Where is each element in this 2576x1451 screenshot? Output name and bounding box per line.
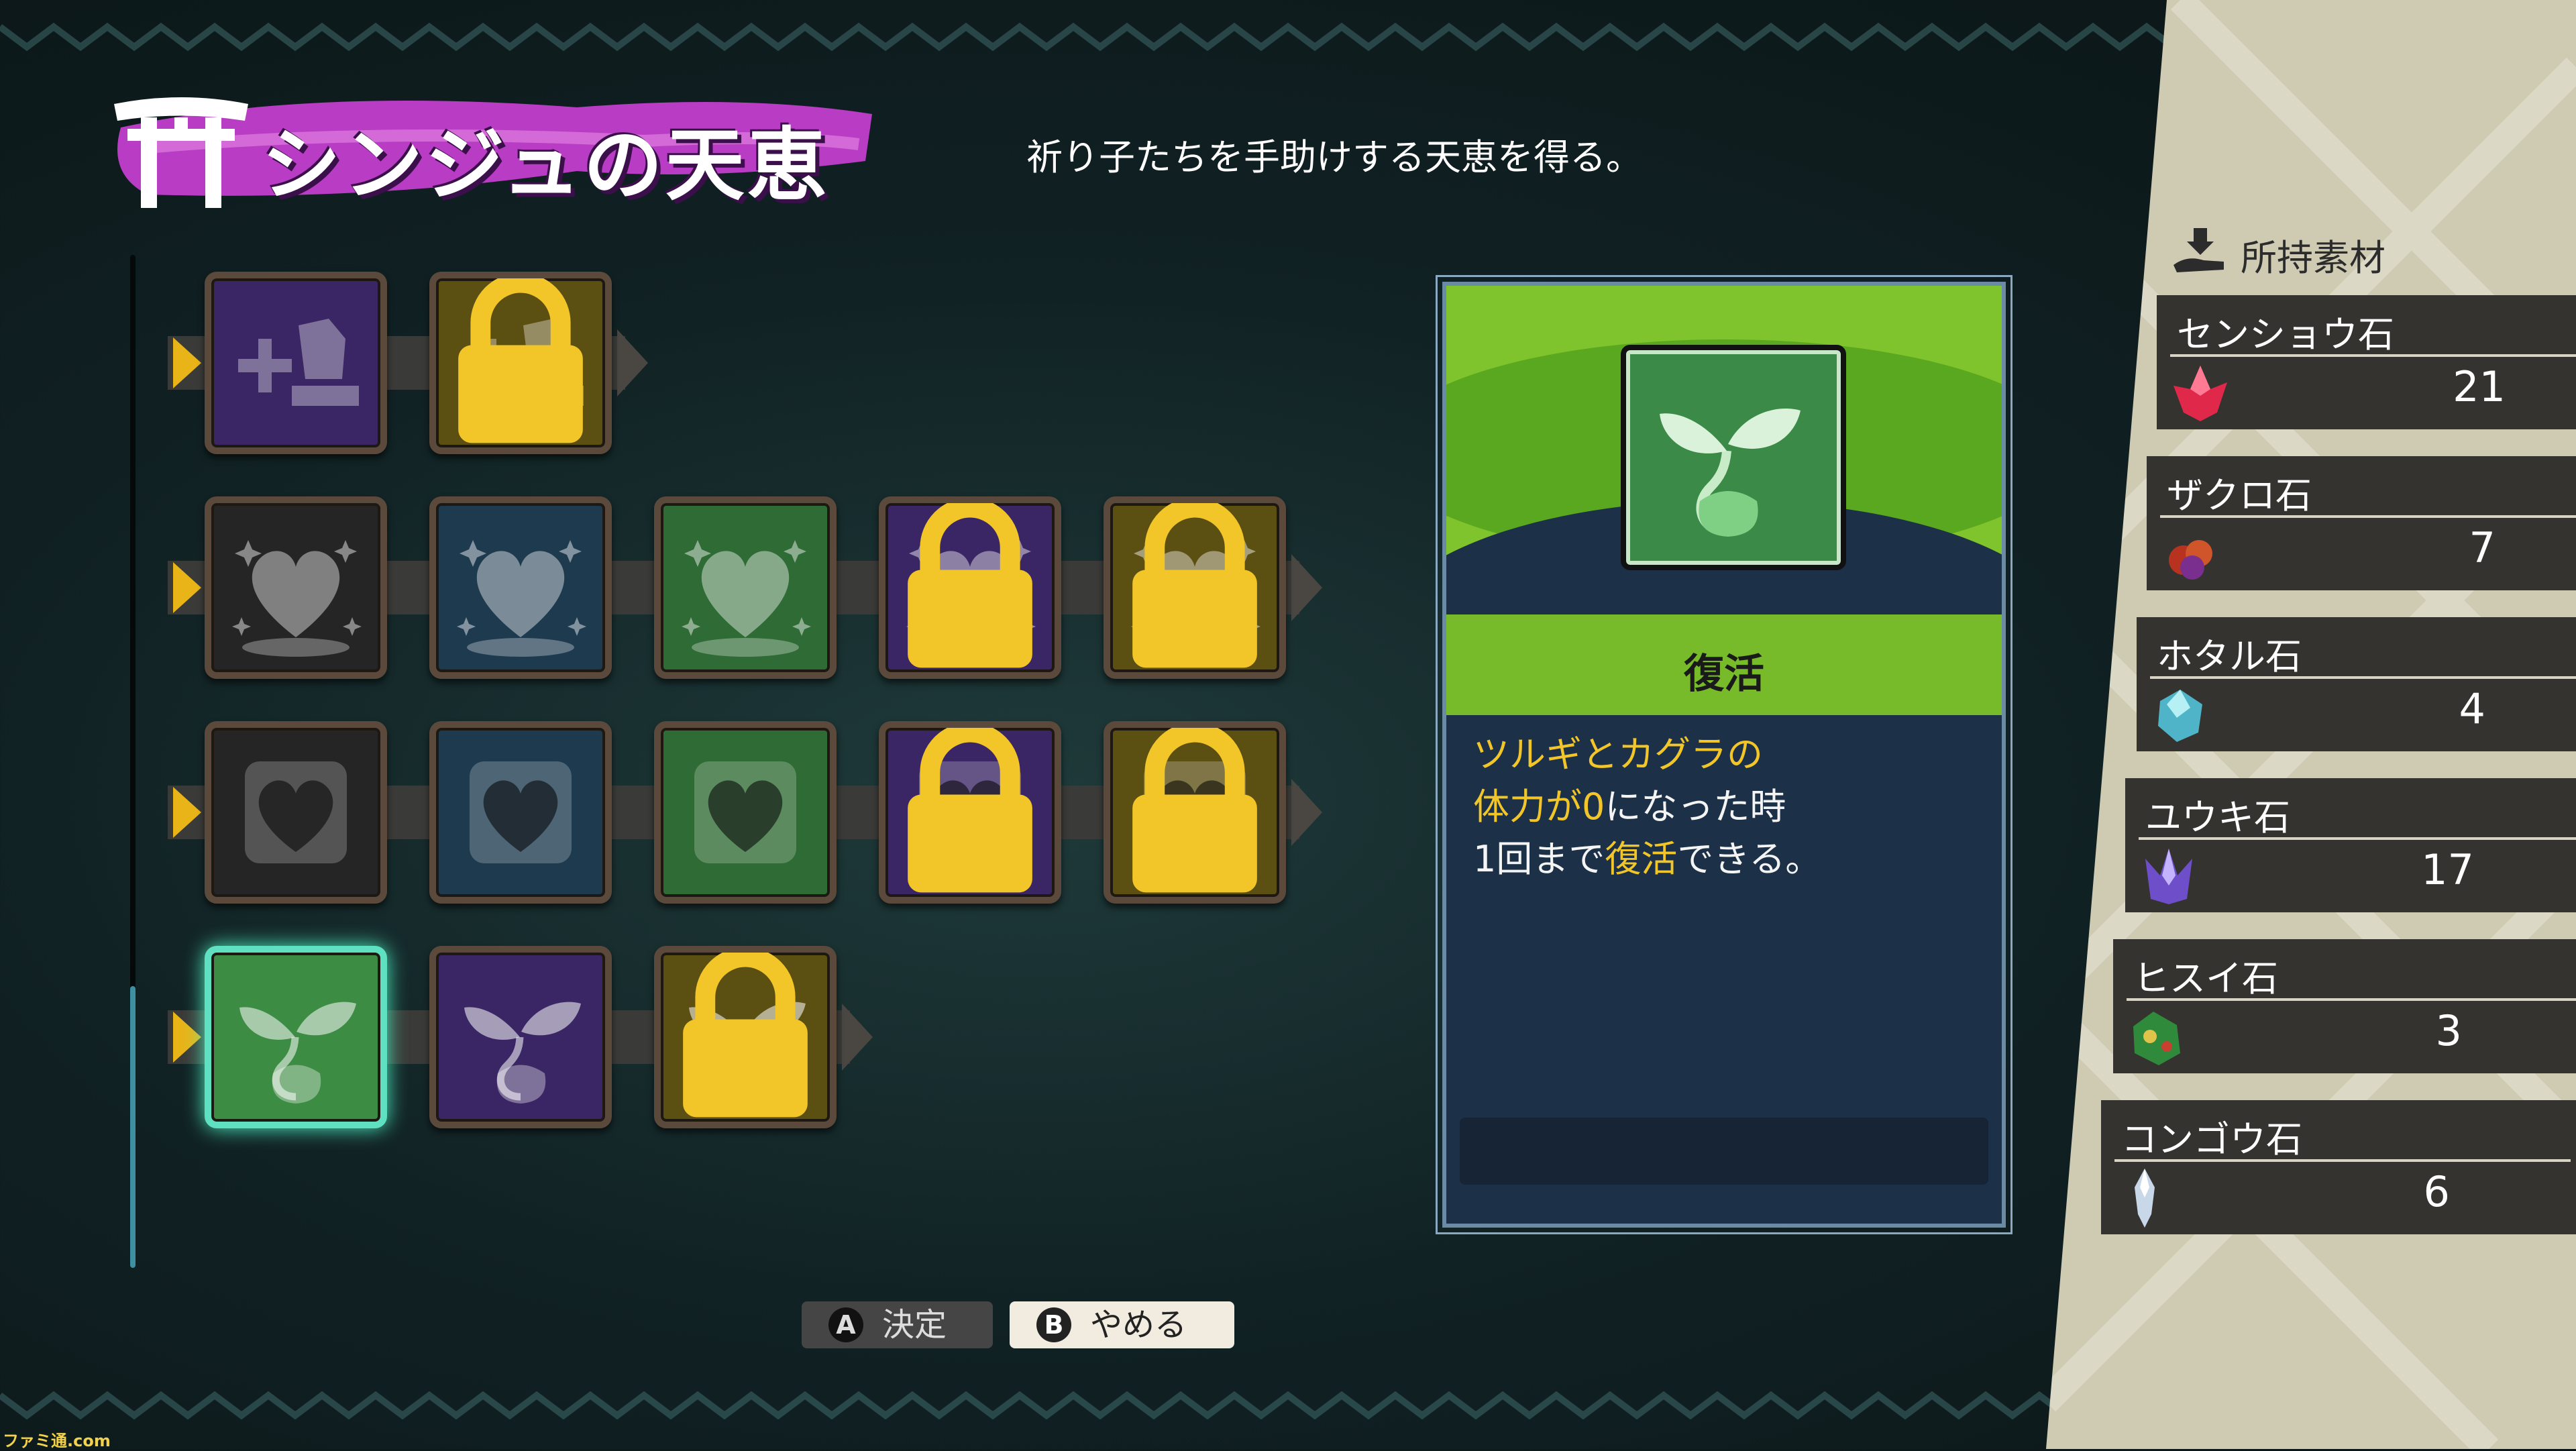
row-start-arrow-icon bbox=[173, 337, 201, 388]
garnet-icon bbox=[2169, 540, 2212, 580]
lock-icon bbox=[683, 953, 808, 1118]
lock-icon bbox=[458, 278, 583, 443]
material-name: ユウキ石 bbox=[2145, 796, 2290, 839]
skill-tile-sprout[interactable] bbox=[205, 946, 387, 1128]
row-start-arrow-icon bbox=[173, 787, 201, 838]
jade-icon bbox=[2133, 1012, 2180, 1065]
desc-line-3-prefix: 1回まで bbox=[1473, 838, 1605, 880]
desc-line-2-highlight: 体力が0 bbox=[1473, 786, 1605, 828]
material-name: ホタル石 bbox=[2157, 635, 2302, 678]
hand-offering-icon bbox=[2174, 228, 2224, 272]
material-name: ザクロ石 bbox=[2167, 474, 2312, 517]
framed-heart-icon bbox=[694, 761, 796, 863]
detail-description: ツルギとカグラの 体力が0になった時 1回まで復活できる。 bbox=[1473, 729, 1821, 885]
title-banner: シンジュの天恵 bbox=[107, 74, 879, 211]
sparkle-heart-icon bbox=[457, 540, 586, 657]
framed-heart-icon bbox=[245, 761, 347, 863]
lock-icon bbox=[908, 503, 1032, 668]
skill-tile-sprout[interactable] bbox=[654, 946, 837, 1128]
page-title: シンジュの天恵 bbox=[262, 119, 829, 211]
material-row: コンゴウ石 6 bbox=[2101, 1100, 2576, 1234]
top-zigzag-border bbox=[0, 22, 2202, 52]
detail-footer-slot bbox=[1460, 1118, 1988, 1185]
framed-heart-icon bbox=[470, 761, 572, 863]
row-start-arrow-icon bbox=[173, 562, 201, 613]
material-divider bbox=[2170, 354, 2576, 357]
skill-tile-framed-heart[interactable] bbox=[879, 721, 1061, 904]
material-name: コンゴウ石 bbox=[2121, 1118, 2302, 1161]
desc-line-3-highlight: 復活 bbox=[1605, 838, 1678, 880]
confirm-label: 決定 bbox=[882, 1306, 947, 1344]
detail-sprout-icon bbox=[1621, 345, 1846, 570]
sparkle-heart-icon bbox=[682, 540, 811, 657]
desc-line-3-suffix: できる。 bbox=[1677, 838, 1822, 880]
material-divider bbox=[2150, 676, 2576, 679]
material-name: センショウ石 bbox=[2177, 313, 2394, 356]
skill-tile-sparkle-heart[interactable] bbox=[205, 496, 387, 679]
page-subtitle: 祈り子たちを手助けする天恵を得る。 bbox=[1026, 136, 1642, 178]
material-count: 6 bbox=[2423, 1167, 2450, 1216]
red-crystal-icon bbox=[2174, 366, 2227, 421]
scrollbar-thumb[interactable] bbox=[130, 986, 136, 1268]
material-divider bbox=[2160, 515, 2576, 518]
fluorite-icon bbox=[2158, 690, 2202, 742]
cancel-button[interactable]: B やめる bbox=[1010, 1301, 1234, 1348]
material-row: ホタル石 4 bbox=[2137, 617, 2576, 751]
a-button-icon: A bbox=[828, 1307, 863, 1342]
sparkle-heart-icon bbox=[232, 540, 362, 657]
confirm-button[interactable]: A 決定 bbox=[802, 1301, 993, 1348]
purple-crystal-icon bbox=[2145, 849, 2192, 904]
sprout-icon bbox=[239, 1002, 356, 1104]
skill-tile-sparkle-heart[interactable] bbox=[1104, 496, 1286, 679]
material-count: 7 bbox=[2469, 523, 2496, 572]
material-row: センショウ石 21 bbox=[2157, 295, 2576, 429]
detail-name: 復活 bbox=[1684, 651, 1764, 698]
lock-icon bbox=[1132, 503, 1257, 668]
row-end-arrow-icon bbox=[1291, 554, 1322, 621]
watermark: ファミ通.com bbox=[3, 1432, 111, 1450]
material-count: 21 bbox=[2453, 362, 2506, 411]
materials-header-label: 所持素材 bbox=[2241, 237, 2385, 279]
row-start-arrow-icon bbox=[173, 1012, 201, 1063]
detail-panel: 復活 ツルギとカグラの 体力が0になった時 1回まで復活できる。 bbox=[1442, 282, 2006, 1228]
bottom-zigzag-border bbox=[0, 1391, 2095, 1420]
skill-tile-sprout[interactable] bbox=[429, 946, 612, 1128]
desc-line-2-text: になった時 bbox=[1605, 786, 1786, 828]
lock-icon bbox=[908, 728, 1032, 893]
sprout-icon bbox=[464, 1002, 581, 1104]
material-divider bbox=[2139, 837, 2576, 840]
skill-tile-framed-heart[interactable] bbox=[1104, 721, 1286, 904]
b-button-icon: B bbox=[1036, 1307, 1071, 1342]
material-row: ザクロ石 7 bbox=[2147, 456, 2576, 590]
plus-stone-icon bbox=[238, 319, 359, 406]
skill-tile-sparkle-heart[interactable] bbox=[654, 496, 837, 679]
skill-tile-sparkle-heart[interactable] bbox=[879, 496, 1061, 679]
material-name: ヒスイ石 bbox=[2133, 957, 2278, 1000]
material-divider bbox=[2114, 1159, 2571, 1162]
skill-tile-framed-heart[interactable] bbox=[205, 721, 387, 904]
material-row: ユウキ石 17 bbox=[2125, 778, 2576, 912]
material-count: 3 bbox=[2435, 1006, 2462, 1055]
material-count: 4 bbox=[2459, 684, 2485, 733]
diamond-icon bbox=[2135, 1169, 2155, 1228]
material-divider bbox=[2127, 998, 2576, 1001]
cancel-label: やめる bbox=[1090, 1306, 1187, 1344]
detail-name-bar: 復活 bbox=[1446, 614, 2002, 715]
row-end-arrow-icon bbox=[1291, 779, 1322, 846]
skill-tile-framed-heart[interactable] bbox=[429, 721, 612, 904]
material-row: ヒスイ石 3 bbox=[2113, 939, 2576, 1073]
skill-tile-plus-stone[interactable] bbox=[205, 272, 387, 454]
row-end-arrow-icon bbox=[842, 1004, 873, 1071]
skill-tile-plus-stone[interactable] bbox=[429, 272, 612, 454]
skill-tile-framed-heart[interactable] bbox=[654, 721, 837, 904]
desc-line-1: ツルギとカグラの bbox=[1473, 733, 1763, 775]
lock-icon bbox=[1132, 728, 1257, 893]
row-end-arrow-icon bbox=[617, 329, 648, 396]
material-count: 17 bbox=[2421, 845, 2474, 894]
torii-gate-icon bbox=[114, 97, 248, 208]
skill-tile-sparkle-heart[interactable] bbox=[429, 496, 612, 679]
